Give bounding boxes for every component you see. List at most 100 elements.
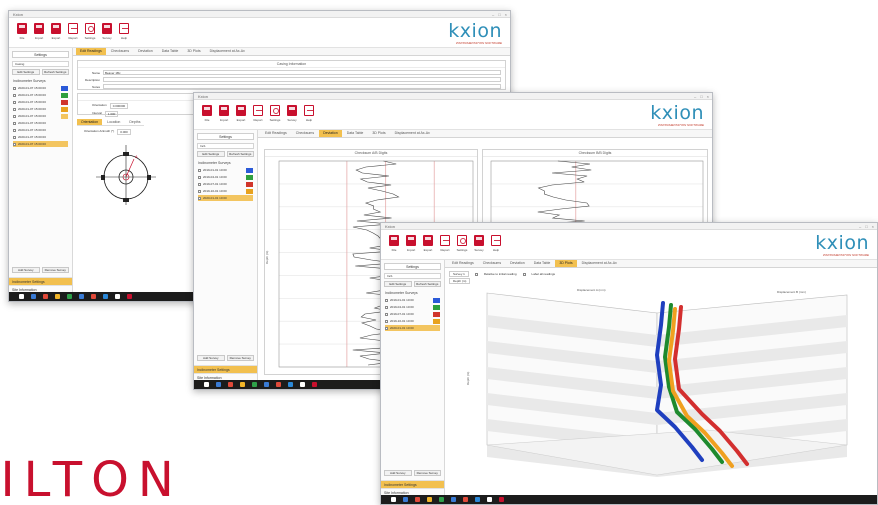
help-button[interactable]: Help: [490, 235, 502, 252]
tab-data-table[interactable]: Data Table: [343, 130, 368, 137]
survey-checkbox[interactable]: [385, 298, 388, 302]
azimuth-input[interactable]: 0.000: [117, 129, 131, 135]
relative-checkbox[interactable]: [474, 272, 478, 276]
survey-list-item[interactable]: 2019-04-01 10:00: [198, 174, 253, 180]
survey-list-item[interactable]: 2019-07-01 10:00: [385, 311, 440, 317]
tab-edit-readings[interactable]: Edit Readings: [76, 48, 106, 55]
taskbar-app-icon[interactable]: [264, 382, 269, 387]
survey-list-item[interactable]: 2020-01-07 15:00:00: [13, 106, 68, 112]
add-survey-button[interactable]: Add Survey: [384, 470, 412, 476]
taskbar-app-icon[interactable]: [276, 382, 281, 387]
edit-settings-button[interactable]: Edit Settings: [197, 151, 225, 157]
report-button[interactable]: Report: [67, 23, 79, 40]
taskbar-app-icon[interactable]: [228, 382, 233, 387]
file-button[interactable]: File: [388, 235, 400, 252]
tab-checksums[interactable]: Checksums: [479, 260, 505, 267]
subtab-depths[interactable]: Depths: [125, 119, 144, 125]
survey-button[interactable]: Survey: [101, 23, 113, 40]
tab-deviation[interactable]: Deviation: [506, 260, 529, 267]
casing-select[interactable]: Inc1: [384, 273, 441, 279]
survey-checkbox[interactable]: [385, 312, 388, 316]
report-button[interactable]: Report: [252, 105, 264, 122]
refresh-settings-button[interactable]: Refresh Settings: [226, 151, 254, 157]
help-button[interactable]: Help: [118, 23, 130, 40]
survey-list-item[interactable]: 2020-01-07 15:00:00: [13, 127, 68, 133]
file-button[interactable]: File: [201, 105, 213, 122]
casing-select[interactable]: Casing: [12, 61, 69, 67]
report-button[interactable]: Report: [439, 235, 451, 252]
survey-checkbox[interactable]: [385, 305, 388, 309]
subtab-orientation[interactable]: Orientation: [77, 119, 103, 125]
survey-checkbox[interactable]: [13, 114, 16, 118]
close-button[interactable]: ×: [505, 12, 507, 17]
taskbar-app-icon[interactable]: [312, 382, 317, 387]
survey-checkbox[interactable]: [198, 182, 201, 186]
taskbar-app-icon[interactable]: [240, 382, 245, 387]
interval-value[interactable]: 1.000: [104, 111, 119, 117]
taskbar-app-icon[interactable]: [300, 382, 305, 387]
survey-list-item[interactable]: 2020-01-07 15:00:00: [13, 141, 68, 147]
survey-list-item[interactable]: 2019-10-01 10:00: [385, 318, 440, 324]
settings-button[interactable]: Settings: [84, 23, 96, 40]
import-button[interactable]: Import: [33, 23, 45, 40]
taskbar-app-icon[interactable]: [67, 294, 72, 299]
survey-list-item[interactable]: 2019-10-01 10:00: [198, 188, 253, 194]
help-button[interactable]: Help: [303, 105, 315, 122]
name-field[interactable]: Beaver 1Bx: [103, 70, 501, 75]
survey-checkbox[interactable]: [13, 135, 16, 139]
minimize-button[interactable]: –: [492, 12, 494, 17]
subtab-location[interactable]: Location: [103, 119, 124, 125]
taskbar-app-icon[interactable]: [204, 382, 209, 387]
taskbar-app-icon[interactable]: [415, 497, 420, 502]
tab-edit-readings[interactable]: Edit Readings: [448, 260, 478, 267]
tab-displacement[interactable]: Displacement at Ax-Ax: [391, 130, 434, 137]
settings-button[interactable]: Settings: [456, 235, 468, 252]
survey-checkbox[interactable]: [198, 168, 201, 172]
casing-select[interactable]: Inc1: [197, 143, 254, 149]
close-button[interactable]: ×: [707, 94, 709, 99]
tab-displacement[interactable]: Displacement at Ax-Ax: [578, 260, 621, 267]
import-button[interactable]: Import: [218, 105, 230, 122]
taskbar-app-icon[interactable]: [475, 497, 480, 502]
taskbar-app-icon[interactable]: [403, 497, 408, 502]
taskbar-app-icon[interactable]: [288, 382, 293, 387]
remove-survey-button[interactable]: Remove Survey: [41, 267, 69, 273]
edit-settings-button[interactable]: Edit Settings: [384, 281, 412, 287]
taskbar-app-icon[interactable]: [487, 497, 492, 502]
export-button[interactable]: Export: [235, 105, 247, 122]
survey-button[interactable]: Survey: [286, 105, 298, 122]
survey-checkbox[interactable]: [13, 86, 16, 90]
file-button[interactable]: File: [16, 23, 28, 40]
export-button[interactable]: Export: [422, 235, 434, 252]
taskbar-app-icon[interactable]: [427, 497, 432, 502]
orientation-value[interactable]: 0.000000: [109, 103, 129, 109]
survey-list-item[interactable]: 2020-01-07 15:00:00: [13, 113, 68, 119]
remove-survey-button[interactable]: Remove Survey: [413, 470, 441, 476]
survey-list-item[interactable]: 2020-01-01 10:00: [385, 325, 440, 331]
minimize-button[interactable]: –: [694, 94, 696, 99]
close-button[interactable]: ×: [872, 224, 874, 229]
survey-list-item[interactable]: 2019-01-01 10:00: [385, 297, 440, 303]
taskbar-app-icon[interactable]: [391, 497, 396, 502]
maximize-button[interactable]: □: [700, 94, 702, 99]
tab-data-table[interactable]: Data Table: [158, 48, 183, 55]
survey-list-item[interactable]: 2020-01-07 15:00:00: [13, 120, 68, 126]
nav-inclinometer-settings[interactable]: Inclinometer Settings: [9, 277, 72, 285]
survey-checkbox[interactable]: [385, 319, 388, 323]
survey-list-item[interactable]: 2019-07-01 10:00: [198, 181, 253, 187]
survey-checkbox[interactable]: [13, 93, 16, 97]
remove-survey-button[interactable]: Remove Survey: [226, 355, 254, 361]
survey-checkbox[interactable]: [198, 189, 201, 193]
survey-button[interactable]: Survey: [473, 235, 485, 252]
survey-checkbox[interactable]: [13, 107, 16, 111]
tab-deviation[interactable]: Deviation: [134, 48, 157, 55]
tab-edit-readings[interactable]: Edit Readings: [261, 130, 291, 137]
refresh-settings-button[interactable]: Refresh Settings: [413, 281, 441, 287]
taskbar-app-icon[interactable]: [103, 294, 108, 299]
taskbar-app-icon[interactable]: [55, 294, 60, 299]
description-field[interactable]: [103, 77, 501, 82]
tab-checksums[interactable]: Checksums: [292, 130, 318, 137]
refresh-settings-button[interactable]: Refresh Settings: [41, 69, 69, 75]
taskbar-app-icon[interactable]: [499, 497, 504, 502]
settings-button[interactable]: Settings: [269, 105, 281, 122]
